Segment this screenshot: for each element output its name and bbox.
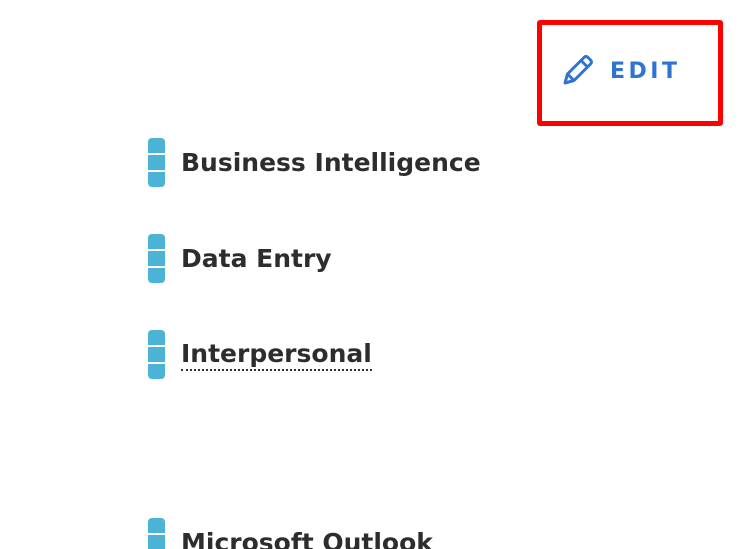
skill-item[interactable]: Interpersonal [148,330,372,379]
skills-page: EDIT Business Intelligence Data Entry In… [0,0,741,549]
skill-label[interactable]: Interpersonal [181,339,372,371]
skill-level-icon [148,138,165,187]
skill-label: Business Intelligence [181,148,481,177]
pencil-icon [558,52,596,90]
skill-label: Data Entry [181,244,332,273]
skill-item: Business Intelligence [148,138,481,187]
skill-level-icon [148,518,165,549]
skill-item: Data Entry [148,234,332,283]
edit-label: EDIT [610,58,681,84]
skill-label: Microsoft Outlook [181,528,433,549]
skill-level-icon [148,330,165,379]
edit-button[interactable]: EDIT [558,52,680,90]
skill-level-icon [148,234,165,283]
skill-item: Microsoft Outlook [148,518,433,549]
